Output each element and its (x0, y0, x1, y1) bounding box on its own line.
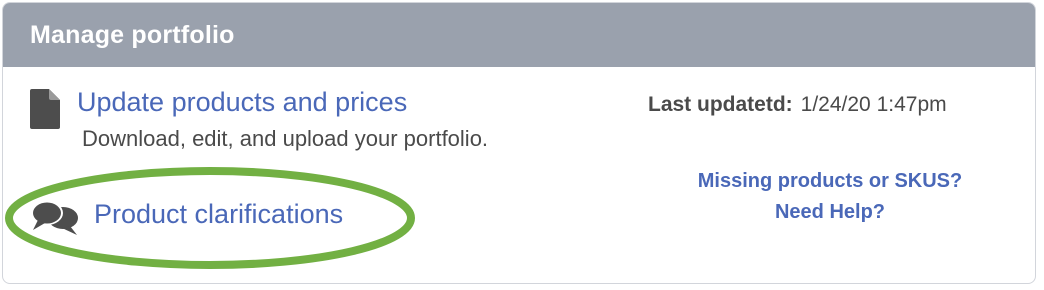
last-updated-value: 1/24/20 1:47pm (800, 93, 947, 116)
missing-products-link[interactable]: Missing products or SKUS? (640, 166, 1020, 197)
product-clarifications-link[interactable]: Product clarifications (94, 199, 343, 230)
last-updated-label: Last updatetd: (648, 93, 793, 116)
panel-header: Manage portfolio (3, 3, 1035, 67)
last-updated: Last updatetd: 1/24/20 1:47pm (648, 93, 947, 117)
document-icon (30, 89, 60, 129)
update-products-description: Download, edit, and upload your portfoli… (82, 126, 489, 151)
panel-title: Manage portfolio (30, 20, 235, 49)
update-products-link[interactable]: Update products and prices (77, 87, 407, 118)
help-links: Missing products or SKUS? Need Help? (640, 166, 1020, 228)
need-help-link[interactable]: Need Help? (640, 197, 1020, 228)
chat-bubbles-icon (31, 201, 78, 235)
